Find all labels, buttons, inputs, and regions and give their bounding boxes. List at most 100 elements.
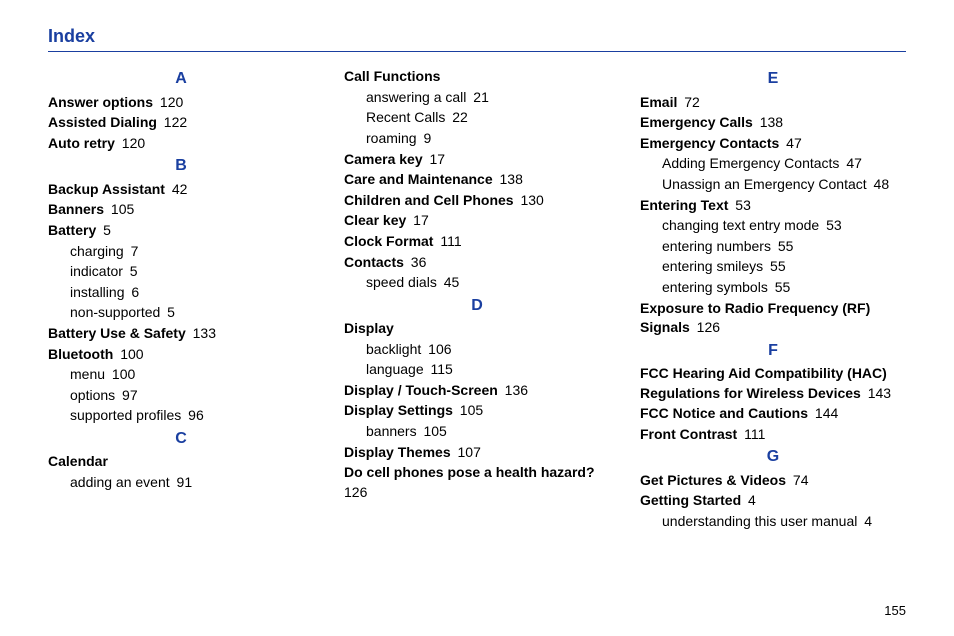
index-entry: Calendar [48,452,314,472]
index-entry: Battery Use & Safety 133 [48,324,314,344]
section-letter: G [640,446,906,468]
entry-term: FCC Hearing Aid Compatibility (HAC) Regu… [640,365,887,401]
entry-page: 5 [160,304,175,320]
entry-term: Unassign an Emergency Contact [662,176,867,192]
index-subentry: indicator 5 [70,262,314,282]
index-entry: FCC Hearing Aid Compatibility (HAC) Regu… [640,364,906,403]
entry-term: menu [70,366,105,382]
index-column: AAnswer options 120Assisted Dialing 122A… [48,66,314,532]
entry-term: language [366,361,424,377]
entry-term: Camera key [344,151,423,167]
entry-page: 100 [113,346,143,362]
index-column: Call Functionsanswering a call 21Recent … [344,66,610,532]
index-subentry: Unassign an Emergency Contact 48 [662,175,906,195]
entry-page: 107 [451,444,481,460]
entry-page: 55 [763,258,785,274]
entry-page: 105 [417,423,447,439]
entry-page: 115 [424,361,453,377]
index-entry: Clock Format 111 [344,232,610,252]
entry-page: 91 [170,474,192,490]
entry-term: Care and Maintenance [344,171,493,187]
index-entry: Display [344,319,610,339]
index-subentry: speed dials 45 [366,273,610,293]
entry-term: Adding Emergency Contacts [662,155,839,171]
entry-term: Getting Started [640,492,741,508]
entry-term: Exposure to Radio Frequency (RF) Signals [640,300,870,336]
section-letter: B [48,155,314,177]
index-entry: Auto retry 120 [48,134,314,154]
entry-page: 45 [437,274,459,290]
entry-page: 47 [839,155,861,171]
index-subentry: language 115 [366,360,610,380]
entry-term: Display Themes [344,444,451,460]
entry-page: 53 [728,197,750,213]
entry-term: non-supported [70,304,160,320]
entry-page: 5 [123,263,138,279]
entry-page: 48 [867,176,889,192]
entry-term: options [70,387,115,403]
index-subentry: changing text entry mode 53 [662,216,906,236]
entry-term: Emergency Calls [640,114,753,130]
entry-term: supported profiles [70,407,181,423]
entry-page: 53 [819,217,841,233]
entry-page: 21 [466,89,488,105]
entry-term: Assisted Dialing [48,114,157,130]
entry-term: answering a call [366,89,466,105]
entry-page: 111 [433,233,461,249]
entry-term: backlight [366,341,421,357]
entry-term: entering smileys [662,258,763,274]
entry-term: Do cell phones pose a health hazard? [344,464,595,480]
entry-page: 36 [404,254,426,270]
index-column: EEmail 72Emergency Calls 138Emergency Co… [640,66,906,532]
index-subentry: understanding this user manual 4 [662,512,906,532]
entry-page: 100 [105,366,135,382]
index-subentry: roaming 9 [366,129,610,149]
index-subentry: installing 6 [70,283,314,303]
entry-term: Clock Format [344,233,433,249]
index-subentry: options 97 [70,386,314,406]
entry-term: entering numbers [662,238,771,254]
entry-page: 55 [768,279,790,295]
index-entry: Banners 105 [48,200,314,220]
entry-page: 97 [115,387,137,403]
entry-page: 4 [741,492,756,508]
entry-page: 122 [157,114,187,130]
entry-page: 120 [153,94,183,110]
index-entry: Bluetooth 100 [48,345,314,365]
index-subentry: supported profiles 96 [70,406,314,426]
entry-term: entering symbols [662,279,768,295]
entry-page: 130 [514,192,544,208]
entry-term: Banners [48,201,104,217]
entry-term: Clear key [344,212,406,228]
entry-page: 126 [690,319,720,335]
entry-term: Email [640,94,677,110]
index-entry: Front Contrast 111 [640,425,906,445]
entry-term: Backup Assistant [48,181,165,197]
entry-term: charging [70,243,124,259]
index-entry: Entering Text 53 [640,196,906,216]
entry-page: 111 [737,426,765,442]
entry-page: 74 [786,472,808,488]
entry-term: indicator [70,263,123,279]
entry-term: Battery [48,222,96,238]
entry-page: 9 [417,130,432,146]
entry-page: 72 [677,94,699,110]
entry-page: 47 [779,135,801,151]
index-subentry: Adding Emergency Contacts 47 [662,154,906,174]
section-letter: C [48,428,314,450]
entry-page: 120 [115,135,145,151]
entry-page: 96 [181,407,203,423]
index-entry: Assisted Dialing 122 [48,113,314,133]
index-subentry: entering symbols 55 [662,278,906,298]
index-entry: Call Functions [344,67,610,87]
entry-term: Display Settings [344,402,453,418]
index-subentry: answering a call 21 [366,88,610,108]
entry-page: 105 [453,402,483,418]
entry-term: Entering Text [640,197,728,213]
section-letter: D [344,295,610,317]
entry-term: FCC Notice and Cautions [640,405,808,421]
index-entry: Backup Assistant 42 [48,180,314,200]
entry-term: Display / Touch-Screen [344,382,498,398]
entry-term: Front Contrast [640,426,737,442]
entry-term: Battery Use & Safety [48,325,186,341]
